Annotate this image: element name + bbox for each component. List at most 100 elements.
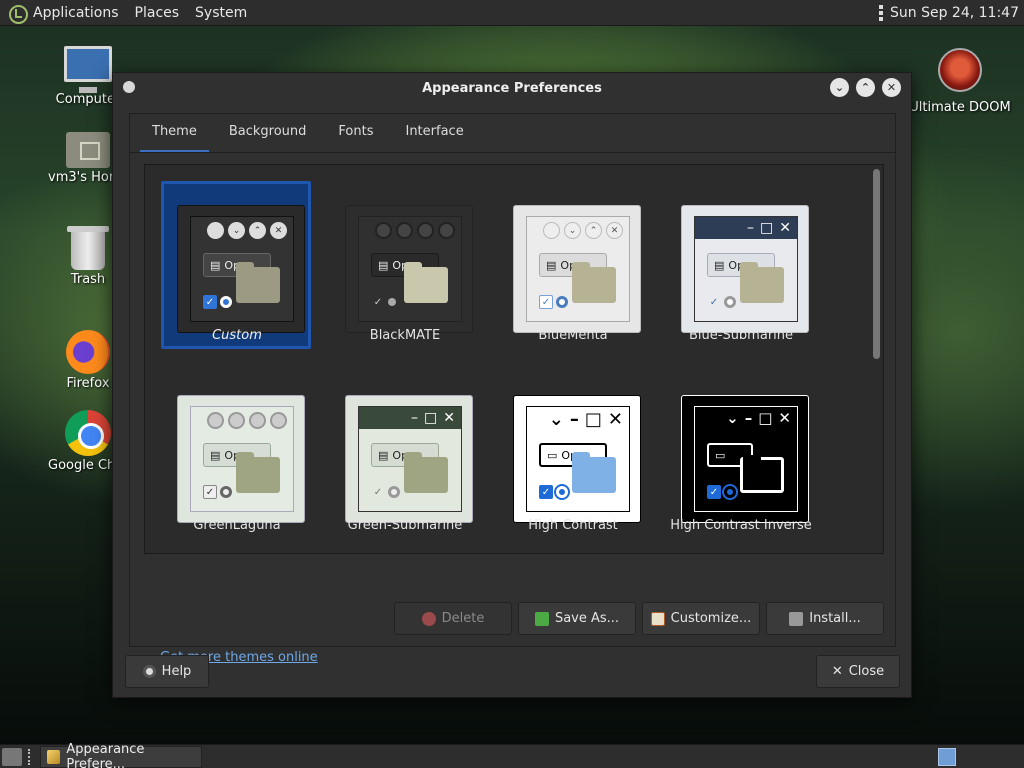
theme-blue-submarine[interactable]: –□✕ ▤ Open ✓ Blue-Submarine — [661, 185, 821, 355]
check-icon: ✓ — [203, 295, 217, 309]
delete-button[interactable]: Delete — [394, 602, 512, 635]
bottom-panel: Appearance Prefere... — [0, 742, 1024, 768]
top-panel: Applications Places System Sun Sep 24, 1… — [0, 0, 1024, 26]
folder-icon — [236, 452, 280, 493]
theme-preview: ⌄⌃✕ ▤ Open ✓ — [513, 205, 641, 333]
customize-icon — [650, 611, 665, 626]
folder-icon — [740, 455, 784, 493]
close-button[interactable]: ✕ Close — [816, 655, 900, 688]
doom-icon — [938, 48, 982, 92]
save-icon — [534, 611, 549, 626]
chrome-icon — [65, 410, 111, 456]
folder-icon — [236, 262, 280, 303]
folder-icon — [572, 262, 616, 303]
scrollbar-thumb[interactable] — [873, 169, 880, 359]
install-label: Install... — [809, 611, 861, 626]
theme-list: ⌄⌃✕ ▤ Open ✓ Custom ▤ — [144, 164, 884, 554]
help-button[interactable]: Help — [125, 655, 209, 688]
install-button[interactable]: Install... — [766, 602, 884, 635]
preview-titlebar-buttons: ⌄ – □ ✕ — [548, 409, 623, 430]
home-folder-icon — [66, 132, 110, 168]
folder-icon — [404, 452, 448, 493]
preview-window: –□✕ ▤ Open ✓ — [358, 406, 462, 512]
theme-name: Green-Submarine — [347, 518, 463, 533]
theme-preview: –□✕ ▤ Open ✓ — [681, 205, 809, 333]
close-window-button[interactable]: ✕ — [882, 78, 901, 97]
tab-fonts[interactable]: Fonts — [326, 114, 385, 152]
delete-icon — [421, 611, 436, 626]
save-as-button[interactable]: Save As... — [518, 602, 636, 635]
maximize-button[interactable]: ⌃ — [856, 78, 875, 97]
delete-label: Delete — [441, 611, 485, 626]
save-as-label: Save As... — [554, 611, 620, 626]
taskbar-item-appearance[interactable]: Appearance Prefere... — [40, 742, 202, 768]
theme-name: BlackMATE — [369, 328, 441, 343]
clock[interactable]: Sun Sep 24, 11:47 — [890, 5, 1019, 21]
check-icon: ✓ — [373, 296, 383, 308]
theme-green-submarine[interactable]: –□✕ ▤ Open ✓ Green-Submarine — [325, 375, 485, 545]
preview-titlebar-buttons: ⌄ – □ ✕ — [726, 409, 791, 427]
theme-name: BlueMenta — [538, 328, 608, 343]
preview-titlebar-buttons: – □ ✕ — [747, 220, 791, 236]
preview-window: ▤ Open ✓ — [358, 216, 462, 322]
theme-action-buttons: Delete Save As... Customize... Install..… — [394, 602, 884, 635]
window-titlebar[interactable]: Appearance Preferences ⌄ ⌃ ✕ — [113, 73, 911, 103]
customize-button[interactable]: Customize... — [642, 602, 760, 635]
check-icon: ✓ — [203, 485, 217, 499]
tab-interface[interactable]: Interface — [393, 114, 475, 152]
workspace-switcher[interactable] — [938, 748, 956, 766]
close-label: Close — [848, 664, 885, 679]
tab-bar: Theme Background Fonts Interface — [140, 114, 484, 152]
radio-icon — [388, 298, 396, 306]
radio-icon — [724, 296, 736, 308]
preview-titlebar-buttons — [207, 412, 287, 429]
folder-icon — [404, 262, 448, 303]
theme-preview: –□✕ ▤ Open ✓ — [345, 395, 473, 523]
theme-blackmate[interactable]: ▤ Open ✓ BlackMATE — [325, 185, 485, 355]
firefox-icon — [66, 330, 110, 374]
window-controls: ⌄ ⌃ ✕ — [830, 78, 901, 97]
show-desktop-icon[interactable] — [2, 747, 22, 766]
theme-name: High Contrast Inverse — [670, 518, 812, 533]
minimize-button[interactable]: ⌄ — [830, 78, 849, 97]
computer-icon — [64, 46, 112, 93]
theme-preview: ⌄ – □ ✕ ▭ Op ✓ — [513, 395, 641, 523]
radio-icon — [220, 486, 232, 498]
tab-theme[interactable]: Theme — [140, 114, 209, 152]
desktop-icon-doom[interactable]: Ultimate DOOM — [905, 48, 1015, 115]
check-icon: ✓ — [373, 486, 383, 498]
preview-window: ⌄ – □ ✕ ▭ Op ✓ — [526, 406, 630, 512]
preferences-notebook: Theme Background Fonts Interface ⌄⌃✕ ▤ O… — [129, 113, 896, 665]
theme-preview: ▤ Op ✓ — [177, 395, 305, 523]
folder-icon — [740, 262, 784, 303]
preview-titlebar-buttons — [375, 222, 455, 239]
menu-system[interactable]: System — [195, 5, 247, 21]
theme-custom[interactable]: ⌄⌃✕ ▤ Open ✓ Custom — [157, 181, 317, 355]
theme-bluementa[interactable]: ⌄⌃✕ ▤ Open ✓ BlueMenta — [493, 185, 653, 355]
taskbar-handle-icon[interactable] — [28, 748, 32, 765]
menu-applications[interactable]: Applications — [33, 5, 119, 21]
window-menu-icon[interactable] — [123, 81, 135, 93]
preview-window: ⌄ – □ ✕ ▭ ✓ — [694, 406, 798, 512]
folder-icon — [572, 452, 616, 493]
preview-window: –□✕ ▤ Open ✓ — [694, 216, 798, 322]
radio-icon — [724, 486, 736, 498]
tab-background[interactable]: Background — [217, 114, 319, 152]
appearance-icon — [47, 749, 61, 764]
help-icon — [142, 665, 156, 678]
appearance-preferences-window: Appearance Preferences ⌄ ⌃ ✕ Theme Backg… — [112, 72, 912, 698]
preview-window: ⌄⌃✕ ▤ Open ✓ — [190, 216, 294, 322]
check-icon: ✓ — [707, 485, 721, 499]
menu-places[interactable]: Places — [135, 5, 180, 21]
customize-label: Customize... — [670, 611, 752, 626]
help-label: Help — [161, 664, 192, 679]
theme-list-scrollbar[interactable] — [872, 167, 881, 551]
mate-logo-icon[interactable] — [7, 3, 28, 24]
radio-icon — [556, 296, 568, 308]
preview-titlebar-buttons: ⌄ ⌃ ✕ — [543, 222, 623, 239]
theme-greenlaguna[interactable]: ▤ Op ✓ GreenLaguna — [157, 375, 317, 545]
radio-icon — [388, 486, 400, 498]
theme-high-contrast-inverse[interactable]: ⌄ – □ ✕ ▭ ✓ High Contrast Inverse — [661, 375, 821, 545]
panel-handle-icon[interactable] — [879, 3, 884, 23]
theme-high-contrast[interactable]: ⌄ – □ ✕ ▭ Op ✓ High Contrast — [493, 375, 653, 545]
